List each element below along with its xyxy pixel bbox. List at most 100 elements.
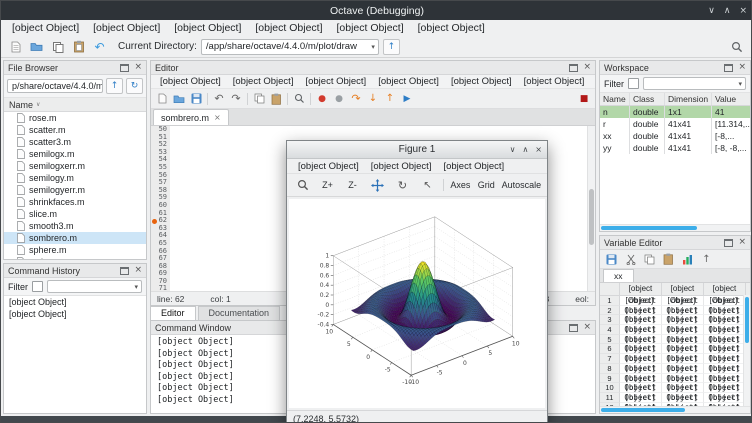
grid-cell[interactable]: [object Object] — [620, 383, 662, 393]
grid-cell[interactable]: [object Object] — [620, 306, 662, 316]
figure-menu-item[interactable]: [object Object] — [365, 161, 438, 172]
workspace-row[interactable]: r double 41x41 [11.314,... — [600, 118, 750, 130]
maximize-icon[interactable]: ∧ — [522, 145, 528, 154]
panel-close-icon[interactable]: × — [583, 63, 591, 72]
browser-sync-button[interactable]: ↻ — [126, 78, 143, 94]
grid-cell[interactable]: [object Object] — [704, 344, 746, 354]
grid-cell[interactable]: [object Object] — [662, 296, 704, 306]
variable-tab[interactable]: xx — [603, 269, 634, 282]
copy-icon[interactable] — [641, 251, 658, 268]
close-icon[interactable]: × — [739, 6, 747, 16]
grid-cell[interactable]: [object Object] — [620, 335, 662, 345]
grid-row-header[interactable]: 1 — [600, 296, 620, 306]
tab-documentation[interactable]: Documentation — [198, 306, 281, 321]
quit-debug-icon[interactable]: ■ — [576, 91, 592, 107]
current-directory-combo[interactable]: /app/share/octave/4.4.0/m/plot/draw ▾ — [201, 39, 379, 55]
code-line[interactable]: 50 — [151, 126, 595, 134]
paste-icon[interactable] — [70, 38, 87, 55]
grid-cell[interactable]: [object Object] — [662, 315, 704, 325]
file-browser-header[interactable]: File Browser × — [4, 61, 146, 75]
file-row[interactable]: semilogy.m — [4, 172, 146, 184]
undo-icon[interactable]: ↶ — [211, 91, 227, 107]
grid-cell[interactable]: [object Object] — [662, 344, 704, 354]
col-value[interactable]: Value — [712, 93, 750, 105]
file-row[interactable]: sombrero.m — [4, 232, 146, 244]
minimize-icon[interactable]: ∨ — [510, 145, 516, 154]
file-row[interactable]: slice.m — [4, 208, 146, 220]
step-over-icon[interactable]: ↷ — [348, 91, 364, 107]
directory-up-button[interactable]: ↑ — [383, 39, 400, 55]
menu-item[interactable]: [object Object] — [411, 20, 492, 36]
file-row[interactable]: scatter3.m — [4, 136, 146, 148]
figure-menu-item[interactable]: [object Object] — [292, 161, 365, 172]
col-class[interactable]: Class — [630, 93, 665, 105]
grid-row-header[interactable]: 11 — [600, 393, 620, 403]
maximize-icon[interactable]: ∧ — [724, 6, 731, 16]
menu-item[interactable]: [object Object] — [5, 20, 86, 36]
history-item[interactable]: [object Object] — [4, 296, 146, 308]
editor-menu-item[interactable]: [object Object] — [228, 76, 299, 87]
filter-combo[interactable]: ▾ — [643, 77, 746, 90]
grid-cell[interactable]: [object Object] — [620, 315, 662, 325]
paste-icon[interactable] — [660, 251, 677, 268]
variable-v-scrollbar[interactable] — [743, 295, 750, 406]
workspace-row[interactable]: xx double 41x41 [-8,... — [600, 130, 750, 142]
grid-cell[interactable]: [object Object] — [662, 306, 704, 316]
grid-row-header[interactable]: 10 — [600, 383, 620, 393]
file-browser-path-combo[interactable]: p/share/octave/4.4.0/m/plot/draw ▾ — [7, 79, 103, 93]
figure-window[interactable]: Figure 1 ∨ ∧ × [object Object][object Ob… — [286, 140, 548, 423]
file-row[interactable]: smooth3.m — [4, 220, 146, 232]
copy-icon[interactable] — [49, 38, 66, 55]
editor-scrollbar[interactable] — [587, 126, 595, 291]
grid-cell[interactable]: [object Object] — [620, 325, 662, 335]
menu-item[interactable]: [object Object] — [330, 20, 411, 36]
undock-icon[interactable] — [569, 64, 578, 72]
editor-menu-item[interactable]: [object Object] — [300, 76, 371, 87]
redo-icon[interactable]: ↷ — [228, 91, 244, 107]
grid-column-header[interactable]: [object Object] — [662, 283, 704, 295]
menu-item[interactable]: [object Object] — [248, 20, 329, 36]
figure-menu-item[interactable]: [object Object] — [437, 161, 510, 172]
grid-cell[interactable]: [object Object] — [620, 344, 662, 354]
axes-button[interactable]: Axes — [448, 177, 473, 194]
open-file-icon[interactable] — [28, 38, 45, 55]
title-bar[interactable]: Octave (Debugging) ∨ ∧ × — [1, 1, 752, 20]
undock-icon[interactable] — [120, 267, 129, 275]
grid-cell[interactable]: [object Object] — [662, 383, 704, 393]
workspace-header[interactable]: Workspace × — [600, 61, 750, 75]
command-history-header[interactable]: Command History × — [4, 264, 146, 278]
grid-cell[interactable]: [object Object] — [704, 306, 746, 316]
step-in-icon[interactable]: ↓ — [365, 91, 381, 107]
grid-cell[interactable]: [object Object] — [620, 374, 662, 384]
workspace-h-scrollbar[interactable] — [600, 224, 750, 231]
grid-cell[interactable]: [object Object] — [662, 393, 704, 403]
tab-close-icon[interactable]: × — [214, 113, 221, 122]
editor-file-tab[interactable]: sombrero.m × — [153, 109, 229, 125]
workspace-row[interactable]: n double 1x1 41 — [600, 106, 750, 118]
undo-icon[interactable]: ↶ — [91, 38, 108, 55]
file-row[interactable]: shrinkfaces.m — [4, 196, 146, 208]
grid-cell[interactable]: [object Object] — [704, 393, 746, 403]
figure-title-bar[interactable]: Figure 1 ∨ ∧ × — [287, 141, 547, 159]
go-up-icon[interactable]: ↑ — [698, 251, 715, 268]
menu-item[interactable]: [object Object] — [167, 20, 248, 36]
find-icon[interactable] — [291, 91, 307, 107]
variable-grid[interactable]: [object Object][object Object][object Ob… — [600, 283, 750, 406]
grid-cell[interactable]: [object Object] — [620, 393, 662, 403]
grid-row-header[interactable]: 9 — [600, 374, 620, 384]
zoom-out-button[interactable]: Z- — [341, 177, 364, 194]
pan-icon[interactable] — [366, 177, 389, 194]
filter-checkbox[interactable] — [32, 281, 43, 292]
minimize-icon[interactable]: ∨ — [708, 6, 715, 16]
grid-cell[interactable]: [object Object] — [662, 325, 704, 335]
panel-close-icon[interactable]: × — [134, 63, 142, 72]
variable-h-scrollbar[interactable] — [600, 406, 750, 413]
col-dimension[interactable]: Dimension — [665, 93, 712, 105]
grid-column-header[interactable]: [object Object] — [704, 283, 746, 295]
toggle-breakpoint-icon[interactable]: ● — [314, 91, 330, 107]
editor-menu-item[interactable]: [object Object] — [519, 76, 590, 87]
grid-row-header[interactable]: 6 — [600, 344, 620, 354]
grid-cell[interactable]: [object Object] — [704, 374, 746, 384]
grid-cell[interactable]: [object Object] — [620, 354, 662, 364]
continue-icon[interactable]: ▶ — [399, 91, 415, 107]
